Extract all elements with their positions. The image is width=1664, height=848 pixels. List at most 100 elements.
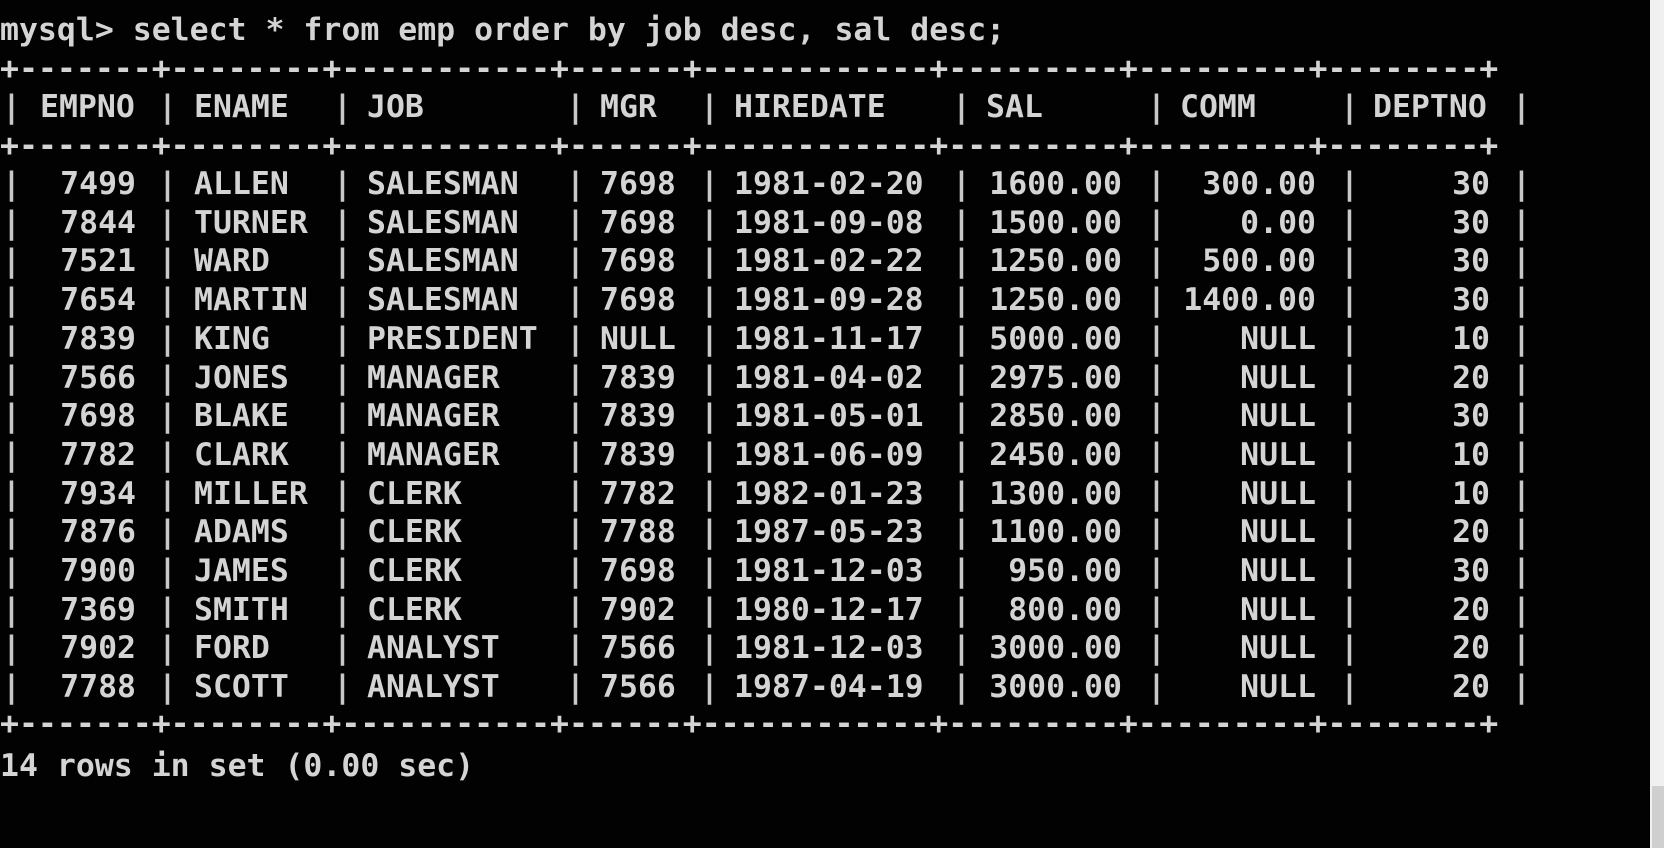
column-separator: |	[333, 591, 352, 628]
column-separator: |	[566, 282, 585, 319]
prompt-line: mysql> select * from emp order by job de…	[0, 12, 1006, 48]
column-separator: |	[333, 204, 352, 241]
table-cell-ename: MARTIN	[194, 282, 308, 319]
table-row: | | | | | | | | | 7876 ADAMS CLERK 7788 1987-05-23 110…	[0, 512, 1650, 553]
column-separator: |	[333, 282, 352, 319]
table-cell-mgr: 7566	[600, 669, 676, 706]
column-separator: |	[333, 166, 352, 202]
table-cell-deptno: 10	[1452, 320, 1490, 357]
table-row: | | | | | | | | | 7566 JONES MANAGER 7839 1981-04-02 2…	[0, 358, 1650, 399]
column-separator: |	[1512, 553, 1531, 589]
column-separator: |	[158, 204, 177, 241]
table-cell-deptno: 30	[1452, 282, 1490, 319]
table-cell-job: CLERK	[367, 475, 462, 512]
column-separator: |	[333, 398, 352, 435]
column-separator: |	[1512, 630, 1531, 667]
table-cell-mgr: 7698	[600, 204, 676, 241]
column-separator: |	[1512, 436, 1531, 473]
table-cell-deptno: 20	[1452, 359, 1490, 396]
column-separator: |	[1512, 591, 1531, 628]
column-separator: |	[700, 553, 719, 589]
column-separator: |	[566, 398, 585, 435]
column-separator: |	[700, 669, 719, 706]
table-cell-ename: MILLER	[194, 475, 308, 512]
table-cell-ename: JONES	[194, 359, 289, 396]
column-separator: |	[566, 514, 585, 551]
table-cell-job: MANAGER	[367, 436, 500, 473]
column-separator: |	[566, 89, 585, 125]
column-separator: |	[333, 320, 352, 357]
column-separator: |	[700, 591, 719, 628]
table-cell-ename: JAMES	[194, 553, 289, 589]
column-separator: |	[158, 359, 177, 396]
table-cell-job: SALESMAN	[367, 204, 519, 241]
column-separator: |	[158, 243, 177, 280]
table-cell-empno: 7788	[60, 669, 136, 706]
column-separator: |	[333, 669, 352, 706]
column-separator: |	[333, 243, 352, 280]
column-separator: |	[158, 553, 177, 589]
column-separator: |	[1512, 398, 1531, 435]
scrollbar-thumb[interactable]	[1652, 786, 1664, 848]
table-cell-deptno: 20	[1452, 669, 1490, 706]
table-cell-empno: 7876	[60, 514, 136, 551]
scrollbar-track[interactable]	[1650, 0, 1664, 848]
table-cell-ename: KING	[194, 320, 270, 357]
column-separator: |	[1512, 514, 1531, 551]
table-cell-job: CLERK	[367, 553, 462, 589]
column-header-job: JOB	[367, 89, 424, 125]
column-separator: |	[158, 436, 177, 473]
column-separator: |	[700, 166, 719, 202]
table-cell-mgr: NULL	[600, 320, 676, 357]
column-header-mgr: MGR	[600, 89, 657, 125]
table-cell-deptno: 30	[1452, 398, 1490, 435]
console-window[interactable]: mysql> select * from emp order by job de…	[0, 0, 1650, 848]
table-border-bottom: +-------+--------+-----------+------+---…	[0, 706, 1499, 742]
column-separator: |	[1512, 243, 1531, 280]
table-cell-mgr: 7839	[600, 398, 676, 435]
column-separator: |	[566, 630, 585, 667]
table-cell-ename: CLARK	[194, 436, 289, 473]
column-separator: |	[700, 320, 719, 357]
column-header-ename: ENAME	[194, 89, 289, 125]
table-cell-ename: ADAMS	[194, 514, 289, 551]
table-row: | | | | | | | | | 7844 TURNER SALESMAN 7698 1981-09-0…	[0, 203, 1650, 244]
table-row: | | | | | | | | | 7900 JAMES CLERK 7698 1981-12-03 950…	[0, 551, 1650, 592]
table-row: | | | | | | | | | 7698 BLAKE MANAGER 7839 1981-05-01 2…	[0, 396, 1650, 437]
column-header-empno: EMPNO	[40, 89, 135, 125]
table-header-row: | | | | | | | | | EMPNO ENAME JOB MGR HIREDATE SAL COMM…	[0, 87, 1650, 128]
table-row: | | | | | | | | | 7782 CLARK MANAGER 7839 1981-06-09 2…	[0, 435, 1650, 476]
table-cell-empno: 7521	[60, 243, 136, 280]
table-row: | | | | | | | | | 7934 MILLER CLERK 7782 1982-01-23 13…	[0, 474, 1650, 515]
column-separator: |	[566, 669, 585, 706]
table-cell-empno: 7698	[60, 398, 136, 435]
column-separator: |	[333, 436, 352, 473]
column-separator: |	[158, 320, 177, 357]
column-separator: |	[566, 475, 585, 512]
column-header-sal: SAL	[986, 89, 1043, 125]
column-separator: |	[1512, 89, 1531, 125]
column-separator: |	[566, 436, 585, 473]
table-row: | | | | | | | | | 7369 SMITH CLERK 7902 1980-12-17 800…	[0, 590, 1650, 631]
column-separator: |	[700, 282, 719, 319]
table-cell-mgr: 7782	[600, 475, 676, 512]
table-row: | | | | | | | | | 7839 KING PRESIDENT NULL 1981-11-17…	[0, 319, 1650, 360]
table-row: | | | | | | | | | 7521 WARD SALESMAN 7698 1981-02-22 1…	[0, 241, 1650, 282]
table-cell-ename: ALLEN	[194, 166, 289, 202]
table-cell-empno: 7369	[60, 591, 136, 628]
table-cell-empno: 7902	[60, 630, 136, 667]
column-separator: |	[566, 166, 585, 202]
table-cell-deptno: 10	[1452, 475, 1490, 512]
table-cell-ename: BLAKE	[194, 398, 289, 435]
column-separator: |	[566, 243, 585, 280]
column-separator: |	[158, 514, 177, 551]
table-cell-job: SALESMAN	[367, 166, 519, 202]
table-cell-mgr: 7788	[600, 514, 676, 551]
result-footer: 14 rows in set (0.00 sec)	[0, 748, 475, 784]
column-separator: |	[566, 204, 585, 241]
column-separator: |	[333, 514, 352, 551]
table-cell-ename: FORD	[194, 630, 270, 667]
table-cell-job: PRESIDENT	[367, 320, 538, 357]
table-cell-deptno: 20	[1452, 514, 1490, 551]
table-cell-empno: 7566	[60, 359, 136, 396]
